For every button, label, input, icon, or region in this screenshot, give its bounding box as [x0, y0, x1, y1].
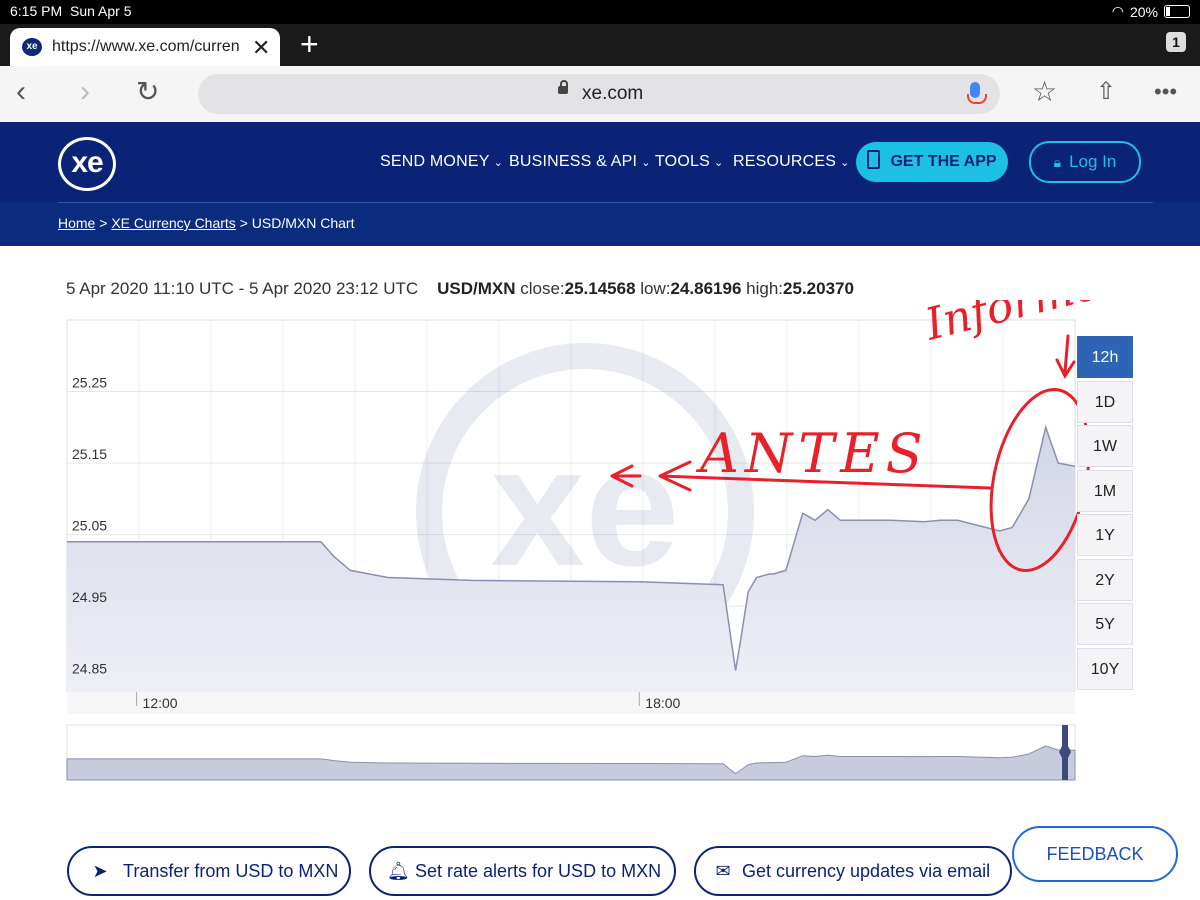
range-button-1w[interactable]: 1W — [1077, 425, 1133, 467]
more-menu-icon[interactable]: ••• — [1154, 74, 1177, 110]
bookmark-star-icon[interactable]: ☆ — [1032, 74, 1057, 110]
paper-plane-icon: ➤ — [92, 861, 108, 881]
new-tab-button[interactable]: + — [300, 26, 319, 62]
nav-label: RESOURCES — [733, 153, 837, 170]
battery-percent: 20% — [1129, 3, 1158, 20]
wifi-icon: ◠ — [1111, 3, 1124, 19]
login-label: Log In — [1069, 152, 1117, 171]
nav-send-money[interactable]: SEND MONEY ⌄ — [380, 153, 503, 171]
rate-chart[interactable]: xe 25.2525.1525.0524.9524.85 12:00 18:00 … — [0, 300, 1200, 800]
chevron-down-icon: ⌄ — [493, 157, 503, 169]
microphone-icon[interactable] — [967, 82, 987, 104]
nav-label: BUSINESS & API — [509, 153, 638, 170]
breadcrumb-current: USD/MXN Chart — [251, 215, 355, 231]
range-button-2y[interactable]: 2Y — [1077, 558, 1133, 601]
chart-date-range: 5 Apr 2020 11:10 UTC - 5 Apr 2020 23:12 … — [66, 279, 419, 298]
rate-alerts-button[interactable]: 🔔︎ Set rate alerts for USD to MXN — [369, 846, 676, 896]
address-text: xe.com — [582, 83, 644, 104]
xe-favicon-icon: xe — [22, 38, 42, 56]
get-the-app-button[interactable]: GET THE APP — [856, 142, 1008, 182]
y-tick-label: 24.95 — [72, 589, 107, 605]
annotation-antes: ANTES — [695, 422, 929, 485]
browser-tab-bar: xe https://www.xe.com/curren ✕ + 1 — [0, 24, 1200, 66]
back-icon[interactable]: ‹ — [16, 74, 26, 110]
range-button-10y[interactable]: 10Y — [1077, 647, 1133, 690]
breadcrumb-separator: > — [99, 215, 108, 231]
battery-icon — [1164, 5, 1190, 18]
divider — [58, 202, 1153, 203]
status-right: ◠ 20% — [1112, 3, 1190, 20]
lock-icon — [558, 80, 568, 94]
tab-title: https://www.xe.com/curren — [52, 38, 240, 55]
nav-tools[interactable]: TOOLS ⌄ — [655, 153, 723, 171]
breadcrumb-charts-link[interactable]: XE Currency Charts — [111, 215, 235, 231]
browser-tab[interactable]: xe https://www.xe.com/curren ✕ — [10, 28, 280, 66]
chevron-down-icon: ⌄ — [641, 157, 651, 169]
close-label: close: — [520, 279, 565, 298]
phone-icon — [867, 150, 881, 169]
transfer-label: Transfer from USD to MXN — [123, 861, 339, 881]
x-tick-label: 12:00 — [143, 695, 178, 711]
transfer-button[interactable]: ➤ Transfer from USD to MXN — [67, 846, 351, 896]
range-button-12h[interactable]: 12h — [1077, 336, 1133, 378]
low-label: low: — [640, 279, 671, 298]
envelope-icon: ✉ — [715, 861, 731, 881]
breadcrumb-home-link[interactable]: Home — [58, 215, 95, 231]
nav-resources[interactable]: RESOURCES ⌄ — [733, 153, 850, 171]
y-tick-label: 25.05 — [72, 518, 107, 534]
high-label: high: — [746, 279, 784, 298]
nav-business-api[interactable]: BUSINESS & API ⌄ — [509, 153, 651, 171]
close-value: 25.14568 — [564, 279, 636, 298]
high-value: 25.20370 — [783, 279, 854, 298]
y-tick-label: 25.15 — [72, 446, 107, 462]
nav-label: SEND MONEY — [380, 153, 490, 170]
breadcrumb-bar: Home > XE Currency Charts > USD/MXN Char… — [0, 202, 1200, 246]
currency-pair: USD/MXN — [437, 279, 516, 298]
x-axis-band — [67, 692, 1075, 714]
xe-logo[interactable]: xe — [58, 137, 116, 191]
close-tab-icon[interactable]: ✕ — [252, 35, 270, 61]
x-tick-label: 18:00 — [645, 695, 680, 711]
login-button[interactable]: 🔒︎ Log In — [1029, 141, 1141, 183]
status-bar: 6:15 PM Sun Apr 5 ◠ 20% — [0, 0, 1200, 24]
chart-summary: 5 Apr 2020 11:10 UTC - 5 Apr 2020 23:12 … — [66, 279, 854, 299]
range-button-1y[interactable]: 1Y — [1077, 514, 1133, 556]
chevron-down-icon: ⌄ — [713, 157, 724, 169]
email-updates-label: Get currency updates via email — [742, 861, 991, 881]
svg-text:xe: xe — [490, 412, 679, 602]
y-tick-label: 24.85 — [72, 661, 107, 677]
reload-icon[interactable]: ↻ — [136, 74, 159, 110]
nav-label: TOOLS — [655, 153, 710, 170]
breadcrumb: Home > XE Currency Charts > USD/MXN Char… — [58, 215, 354, 231]
status-time: 6:15 PM — [10, 3, 63, 19]
low-value: 24.86196 — [670, 279, 742, 298]
forward-icon[interactable]: › — [80, 74, 90, 110]
feedback-button[interactable]: FEEDBACK — [1012, 826, 1178, 882]
share-icon[interactable]: ⇧ — [1096, 74, 1116, 110]
rate-alerts-label: Set rate alerts for USD to MXN — [415, 861, 662, 881]
y-tick-label: 25.25 — [72, 375, 107, 391]
range-button-5y[interactable]: 5Y — [1077, 603, 1133, 645]
bell-icon: 🔔︎ — [387, 861, 410, 881]
status-date: Sun Apr 5 — [70, 3, 132, 19]
email-updates-button[interactable]: ✉ Get currency updates via email — [694, 846, 1012, 896]
chevron-down-icon: ⌄ — [840, 157, 850, 169]
tab-count-button[interactable]: 1 — [1166, 32, 1186, 52]
breadcrumb-separator: > — [239, 215, 248, 231]
address-bar[interactable]: xe.com — [198, 74, 1000, 114]
get-app-label: GET THE APP — [890, 153, 997, 170]
range-button-1d[interactable]: 1D — [1077, 380, 1133, 423]
site-header: xe SEND MONEY ⌄ BUSINESS & API ⌄ TOOLS ⌄ RE… — [0, 122, 1200, 202]
browser-toolbar: ‹ › ↻ xe.com ☆ ⇧ ••• — [0, 66, 1200, 122]
lock-icon: 🔒︎ — [1053, 154, 1062, 170]
range-button-1m[interactable]: 1M — [1077, 469, 1133, 512]
